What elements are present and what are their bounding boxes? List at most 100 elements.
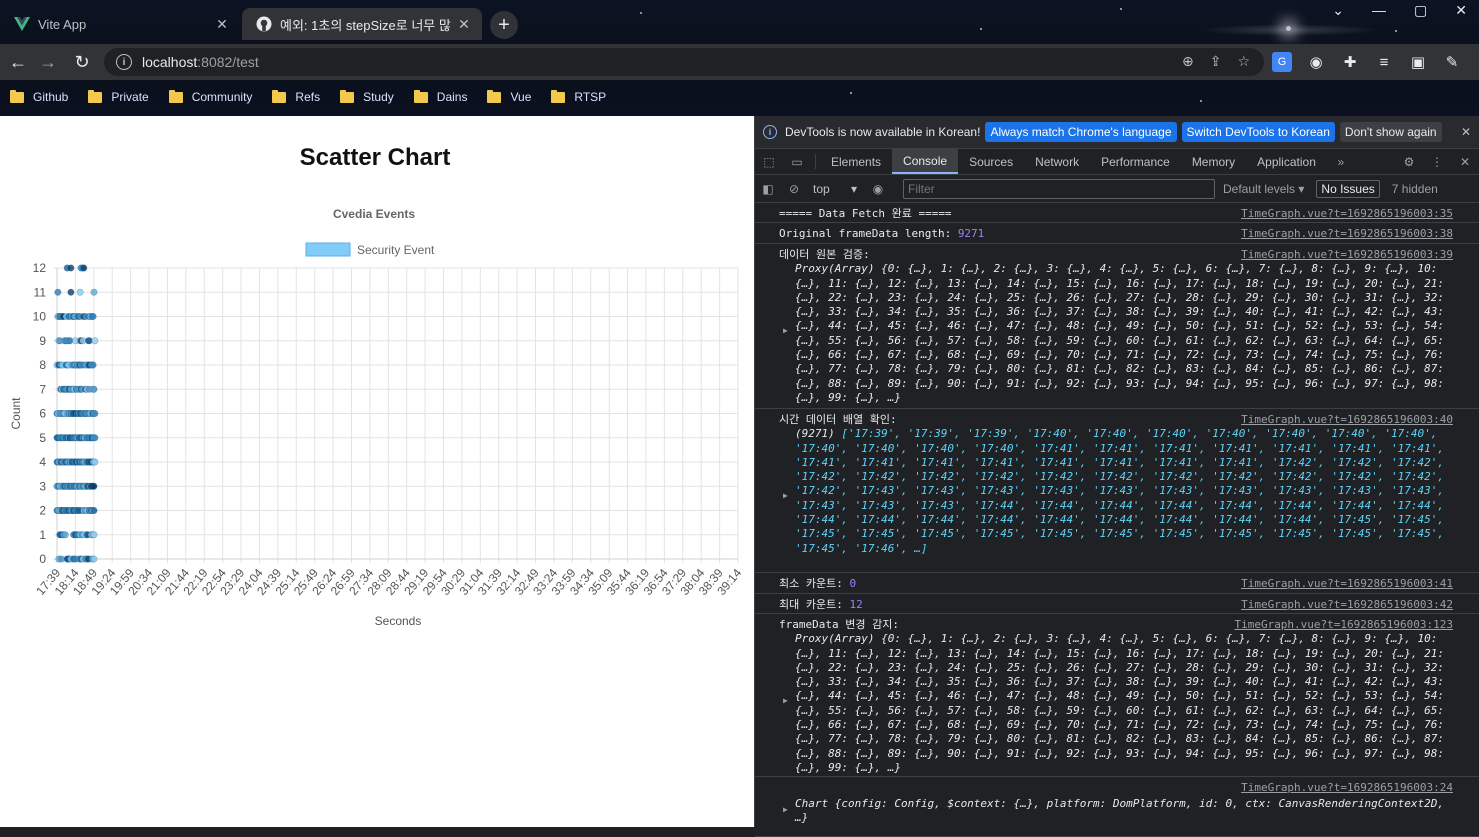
data-point [90, 288, 98, 296]
console-message[interactable]: 최소 카운트: 0 TimeGraph.vue?t=1692865196003:… [755, 573, 1479, 594]
settings-gear-icon[interactable]: ⚙ [1395, 149, 1423, 174]
bookmark-folder[interactable]: Study [340, 89, 394, 104]
bookmark-folder[interactable]: Github [10, 89, 68, 104]
console-message[interactable]: 데이터 원본 검증: TimeGraph.vue?t=1692865196003… [755, 244, 1479, 409]
bookmark-folder[interactable]: Refs [272, 89, 320, 104]
extensions-puzzle-icon[interactable]: ✚ [1340, 52, 1360, 72]
console-sidebar-icon[interactable]: ◧ [755, 182, 781, 196]
y-tick-label: 12 [33, 261, 47, 275]
source-link[interactable]: TimeGraph.vue?t=1692865196003:38 [1241, 227, 1453, 241]
forward-icon[interactable]: → [36, 50, 60, 74]
log-levels-dropdown[interactable]: Default levels ▾ [1223, 182, 1304, 196]
expand-triangle-icon[interactable]: ▶ [783, 694, 788, 708]
tab-application[interactable]: Application [1246, 149, 1327, 174]
tab-network[interactable]: Network [1024, 149, 1090, 174]
source-link[interactable]: TimeGraph.vue?t=1692865196003:123 [1234, 618, 1453, 632]
y-tick-label: 7 [39, 382, 46, 396]
source-link[interactable]: TimeGraph.vue?t=1692865196003:35 [1241, 207, 1453, 221]
source-link[interactable]: TimeGraph.vue?t=1692865196003:42 [1241, 598, 1453, 612]
source-link[interactable]: TimeGraph.vue?t=1692865196003:41 [1241, 577, 1453, 591]
y-tick-label: 8 [39, 358, 46, 372]
y-tick-label: 0 [39, 552, 46, 566]
source-link[interactable]: TimeGraph.vue?t=1692865196003:24 [1241, 781, 1453, 795]
folder-icon [551, 89, 566, 103]
console-message[interactable]: 최대 카운트: 12 TimeGraph.vue?t=1692865196003… [755, 594, 1479, 614]
dont-show-again-button[interactable]: Don't show again [1339, 122, 1442, 142]
minimize-icon[interactable]: — [1372, 2, 1386, 19]
switch-to-korean-button[interactable]: Switch DevTools to Korean [1181, 122, 1335, 142]
legend-label: Security Event [357, 243, 435, 257]
close-devtools-icon[interactable]: ✕ [1451, 149, 1479, 174]
device-toolbar-icon[interactable]: ▭ [783, 149, 811, 174]
bookmark-star-icon[interactable]: ☆ [1237, 53, 1250, 70]
profile-avatar-icon[interactable]: ✎ [1442, 52, 1462, 72]
window-menu-icon[interactable]: ⌄ [1332, 2, 1344, 19]
bookmark-label: Vue [510, 90, 532, 104]
issues-button[interactable]: No Issues [1316, 179, 1380, 198]
bookmark-folder[interactable]: Private [88, 89, 149, 104]
close-tab-icon[interactable]: ✕ [456, 16, 472, 33]
back-icon[interactable]: ← [6, 50, 30, 74]
new-tab-button[interactable]: + [490, 11, 518, 39]
log-text: 최소 카운트: [779, 577, 850, 590]
always-match-language-button[interactable]: Always match Chrome's language [985, 122, 1177, 142]
user-extension-icon[interactable]: ◉ [1306, 52, 1326, 72]
reload-icon[interactable]: ↻ [70, 50, 94, 74]
url-path: :8082/test [197, 54, 259, 70]
hidden-count: 7 hidden [1391, 181, 1438, 196]
bookmark-folder[interactable]: Dains [413, 89, 468, 104]
clear-console-icon[interactable]: ⊘ [781, 182, 807, 196]
context-selector[interactable]: top ▾ [813, 182, 857, 196]
translate-extension-icon[interactable]: G [1272, 52, 1292, 72]
folder-icon [487, 89, 502, 103]
close-tab-icon[interactable]: ✕ [214, 16, 230, 33]
more-tabs-icon[interactable]: » [1327, 149, 1355, 174]
console-message[interactable]: ===== Data Fetch 완료 ===== TimeGraph.vue?… [755, 203, 1479, 223]
console-message[interactable]: TimeGraph.vue?t=1692865196003:24 ▶ Chart… [755, 777, 1479, 837]
folder-icon [413, 89, 428, 103]
source-link[interactable]: TimeGraph.vue?t=1692865196003:39 [1241, 248, 1453, 262]
infobar-text: DevTools is now available in Korean! [785, 125, 981, 139]
site-info-icon[interactable]: i [116, 54, 132, 70]
tab-memory[interactable]: Memory [1181, 149, 1246, 174]
close-window-icon[interactable]: ✕ [1455, 2, 1467, 19]
bookmark-folder[interactable]: RTSP [551, 89, 606, 104]
bookmark-label: Dains [436, 90, 468, 104]
tab-github-issue[interactable]: 예외: 1초의 stepSize로 너무 많 ✕ [242, 8, 482, 40]
data-point [91, 434, 99, 442]
y-tick-label: 3 [39, 479, 46, 493]
folder-icon [168, 89, 183, 103]
live-expression-eye-icon[interactable]: ◉ [865, 182, 891, 196]
console-filter-input[interactable] [903, 178, 1215, 199]
reading-list-icon[interactable]: ≡ [1374, 52, 1394, 72]
address-bar[interactable]: i localhost:8082/test ⊕ ⇪ ☆ [104, 48, 1264, 76]
expand-triangle-icon[interactable]: ▶ [783, 324, 788, 338]
side-panel-icon[interactable]: ▣ [1408, 52, 1428, 72]
tab-elements[interactable]: Elements [820, 149, 892, 174]
proxy-array-preview: Proxy(Array) {0: {…}, 1: {…}, 2: {…}, 3:… [795, 262, 1445, 404]
expand-triangle-icon[interactable]: ▶ [783, 803, 788, 817]
share-icon[interactable]: ⇪ [1210, 53, 1222, 70]
log-number: 0 [849, 577, 857, 590]
console-message[interactable]: Original frameData length: 9271 TimeGrap… [755, 223, 1479, 244]
maximize-icon[interactable]: ▢ [1414, 2, 1427, 19]
inspect-element-icon[interactable]: ⬚ [755, 149, 783, 174]
source-link[interactable]: TimeGraph.vue?t=1692865196003:40 [1241, 413, 1453, 427]
tab-sources[interactable]: Sources [958, 149, 1024, 174]
extensions-area: G ◉ ✚ ≡ ▣ ✎ ⋮ [1272, 52, 1479, 72]
expand-triangle-icon[interactable]: ▶ [783, 489, 788, 503]
data-point [91, 337, 99, 345]
console-message[interactable]: 시간 데이터 배열 확인: TimeGraph.vue?t=1692865196… [755, 409, 1479, 573]
zoom-icon[interactable]: ⊕ [1182, 53, 1194, 70]
bookmark-folder[interactable]: Vue [487, 89, 532, 104]
context-label: top [813, 181, 830, 196]
console-message[interactable]: frameData 변경 감지: TimeGraph.vue?t=1692865… [755, 614, 1479, 777]
close-infobar-icon[interactable]: ✕ [1461, 125, 1471, 139]
devtools-menu-icon[interactable]: ⋮ [1423, 149, 1451, 174]
tab-vite-app[interactable]: Vite App ✕ [0, 8, 240, 40]
bookmark-folder[interactable]: Community [168, 89, 252, 104]
tab-console[interactable]: Console [892, 149, 959, 174]
scatter-chart[interactable]: Cvedia EventsSecurity Event0123456789101… [0, 196, 754, 676]
y-axis-label: Count [9, 397, 23, 430]
tab-performance[interactable]: Performance [1090, 149, 1181, 174]
